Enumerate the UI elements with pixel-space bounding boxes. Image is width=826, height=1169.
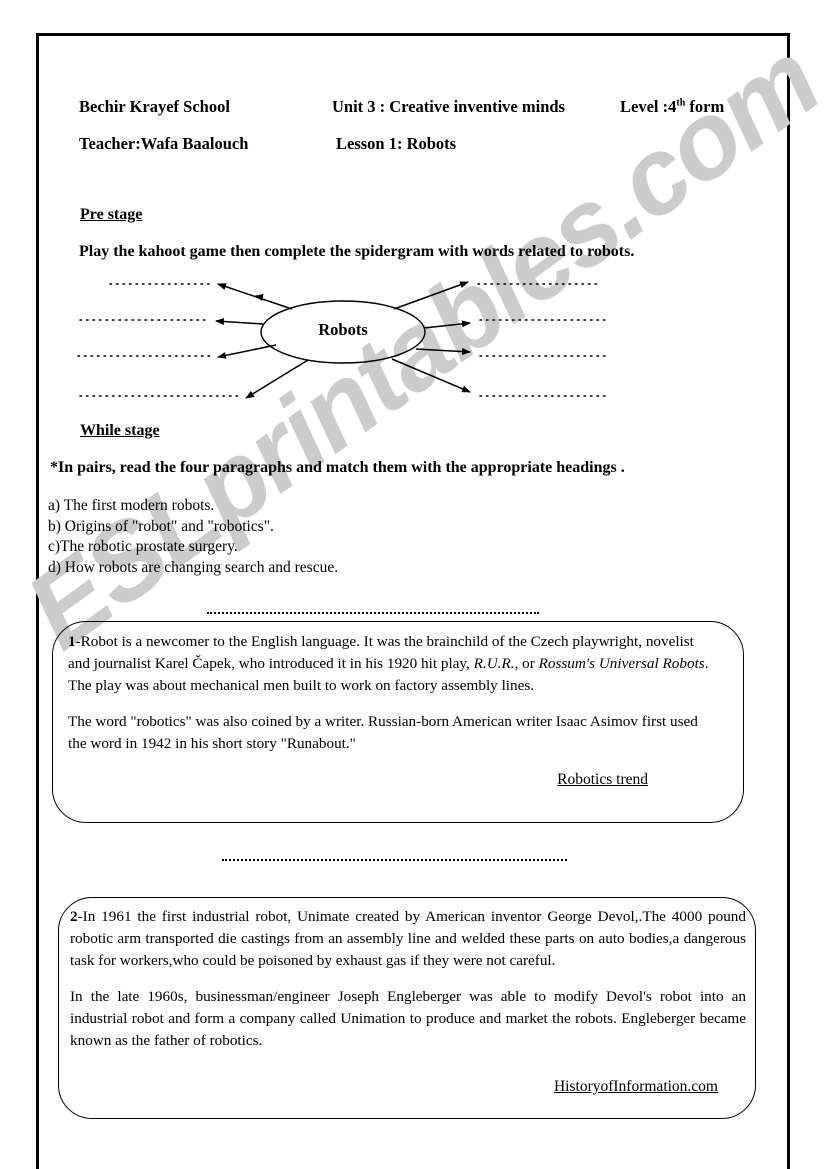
lesson-title: Lesson 1: Robots xyxy=(336,134,457,153)
level-ordinal-suffix: th xyxy=(676,97,686,109)
spidergram-branch-right-3 xyxy=(415,348,471,356)
level-label: Level :4th form xyxy=(620,97,724,117)
while-stage-heading: While stage xyxy=(80,422,160,439)
list-item: a) The first modern robots. xyxy=(48,497,215,514)
paragraph-2-source-text: HistoryofInformation.com xyxy=(553,1078,718,1095)
teacher-name: Teacher:Wafa Baalouch xyxy=(79,134,249,153)
spidergram-branch-right-2 xyxy=(423,320,471,329)
paragraph-1-source-text: Robotics trend xyxy=(557,771,648,788)
spidergram-branch-left-3 xyxy=(217,344,277,359)
worksheet-content: Bechir Krayef School Unit 3 : Creative i… xyxy=(0,0,826,1169)
spidergram-center-label: Robots xyxy=(318,320,368,339)
while-stage-instruction: *In pairs, read the four paragraphs and … xyxy=(50,459,625,476)
paragraph-1-spacer xyxy=(68,697,718,711)
paragraph-2-spacer xyxy=(70,972,746,986)
pre-stage-heading: Pre stage xyxy=(80,206,143,223)
paragraph-2-text-a: -In 1961 the first industrial robot, Uni… xyxy=(70,908,746,969)
list-item: b) Origins of "robot" and "robotics". xyxy=(48,517,274,535)
heading-options-list: a) The first modern robots. b) Origins o… xyxy=(48,496,338,578)
answer-blank-paragraph-1[interactable] xyxy=(207,612,539,614)
paragraph-1-body-second: The word "robotics" was also coined by a… xyxy=(68,713,698,752)
paragraph-1-source: Robotics trend xyxy=(68,771,718,789)
paragraph-1-body-first: 1-Robot is a newcomer to the English lan… xyxy=(68,631,718,697)
paragraph-1-title-rur: R.U.R. xyxy=(473,655,515,672)
list-item: c)The robotic prostate surgery. xyxy=(48,538,238,555)
spidergram-branch-right-1 xyxy=(393,281,469,310)
spidergram-branch-left-2 xyxy=(215,318,264,326)
paragraph-1-title-rossums: Rossum's Universal Robots xyxy=(538,655,705,672)
spidergram-diagram: Robots xyxy=(70,272,611,412)
paragraph-2-number: 2 xyxy=(70,908,78,925)
paragraph-1-content: 1-Robot is a newcomer to the English lan… xyxy=(68,631,718,789)
list-item: d) How robots are changing search and re… xyxy=(48,558,339,576)
pre-stage-instruction: Play the kahoot game then complete the s… xyxy=(79,243,635,260)
level-suffix: form xyxy=(685,97,725,116)
spidergram-branch-right-4 xyxy=(391,358,471,393)
spidergram-branch-left-1 xyxy=(217,283,293,310)
paragraph-2-body-first: 2-In 1961 the first industrial robot, Un… xyxy=(70,906,746,972)
paragraph-2-source: HistoryofInformation.com xyxy=(70,1078,746,1096)
spidergram-branch-left-4 xyxy=(245,359,309,399)
paragraph-1-number: 1 xyxy=(68,633,76,650)
school-name: Bechir Krayef School xyxy=(79,97,230,116)
paragraph-2-content: 2-In 1961 the first industrial robot, Un… xyxy=(70,906,746,1096)
spidergram-svg xyxy=(77,281,611,399)
answer-blank-paragraph-2[interactable] xyxy=(222,859,567,861)
paragraph-2-body-second: In the late 1960s, businessman/engineer … xyxy=(70,988,746,1049)
level-prefix: Level :4 xyxy=(620,97,677,116)
paragraph-1-text-b: , or xyxy=(514,655,539,672)
unit-title: Unit 3 : Creative inventive minds xyxy=(332,97,565,116)
